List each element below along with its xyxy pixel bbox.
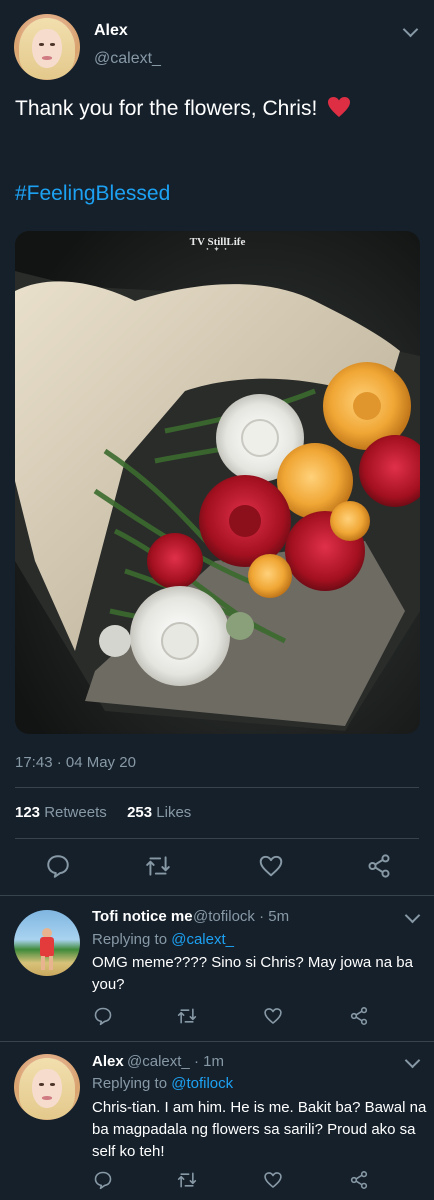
reply-author-name[interactable]: Tofi notice me: [92, 908, 193, 925]
chevron-down-icon[interactable]: [404, 1052, 421, 1069]
reply-author-handle: @calext_ · 1m: [127, 1053, 224, 1070]
replying-to-mention[interactable]: @tofilock: [171, 1075, 233, 1092]
tweet-body-text: Thank you for the flowers, Chris!: [15, 97, 318, 120]
reply-author-avatar[interactable]: [14, 1054, 80, 1120]
reply-icon[interactable]: [45, 853, 71, 879]
replying-to: Replying to @calext_: [92, 931, 234, 948]
tweet-timestamp[interactable]: 17:43 · 04 May 20: [15, 754, 136, 771]
author-name[interactable]: Alex: [94, 22, 128, 40]
tweet-stats: 123 Retweets 253 Likes: [15, 804, 191, 821]
hashtag-link[interactable]: #FeelingBlessed: [15, 182, 170, 206]
likes-label[interactable]: Likes: [156, 804, 191, 821]
reply-text: Chris-tian. I am him. He is me. Bakit ba…: [92, 1099, 427, 1160]
reply-handle-text[interactable]: @calext_: [127, 1053, 190, 1070]
author-avatar[interactable]: [14, 14, 80, 80]
reply-author-name[interactable]: Alex: [92, 1053, 124, 1070]
reply-time[interactable]: · 1m: [194, 1053, 224, 1070]
like-icon[interactable]: [263, 1006, 283, 1026]
replying-to-mention[interactable]: @calext_: [171, 931, 234, 948]
likes-count[interactable]: 253: [127, 804, 152, 821]
chevron-down-icon[interactable]: [402, 21, 419, 38]
tweet-text: Thank you for the flowers, Chris!: [15, 96, 351, 121]
retweet-icon[interactable]: [177, 1006, 197, 1026]
replying-to-label: Replying to: [92, 931, 168, 948]
reply-time[interactable]: · 5m: [259, 908, 289, 925]
share-icon[interactable]: [366, 853, 392, 879]
reply-text: OMG meme???? Sino si Chris? May jowa na …: [92, 954, 413, 993]
reply-author-handle: @tofilock · 5m: [193, 908, 289, 925]
reply-tweet[interactable]: Tofi notice me @tofilock · 5m Replying t…: [0, 896, 434, 1041]
replying-to: Replying to @tofilock: [92, 1075, 233, 1092]
tweet-photo[interactable]: TV StillLife • ✦ •: [15, 231, 420, 734]
share-icon[interactable]: [349, 1170, 369, 1190]
reply-icon[interactable]: [93, 1006, 113, 1026]
like-icon[interactable]: [263, 1170, 283, 1190]
chevron-down-icon[interactable]: [404, 907, 421, 924]
reply-author-avatar[interactable]: [14, 910, 80, 976]
reply-icon[interactable]: [93, 1170, 113, 1190]
flower-bouquet-image: [15, 231, 420, 734]
reply-handle-text[interactable]: @tofilock: [193, 908, 255, 925]
divider: [15, 838, 419, 839]
red-heart-emoji-icon: [327, 96, 351, 118]
reply-tweet[interactable]: Alex @calext_ · 1m Replying to @tofilock…: [0, 1042, 434, 1200]
replying-to-label: Replying to: [92, 1075, 168, 1092]
retweets-label[interactable]: Retweets: [44, 804, 107, 821]
retweet-icon[interactable]: [145, 853, 171, 879]
divider: [15, 787, 419, 788]
retweets-count[interactable]: 123: [15, 804, 40, 821]
photo-watermark: TV StillLife • ✦ •: [189, 236, 246, 253]
retweet-icon[interactable]: [177, 1170, 197, 1190]
like-icon[interactable]: [258, 853, 284, 879]
author-handle[interactable]: @calext_: [94, 50, 161, 68]
share-icon[interactable]: [349, 1006, 369, 1026]
